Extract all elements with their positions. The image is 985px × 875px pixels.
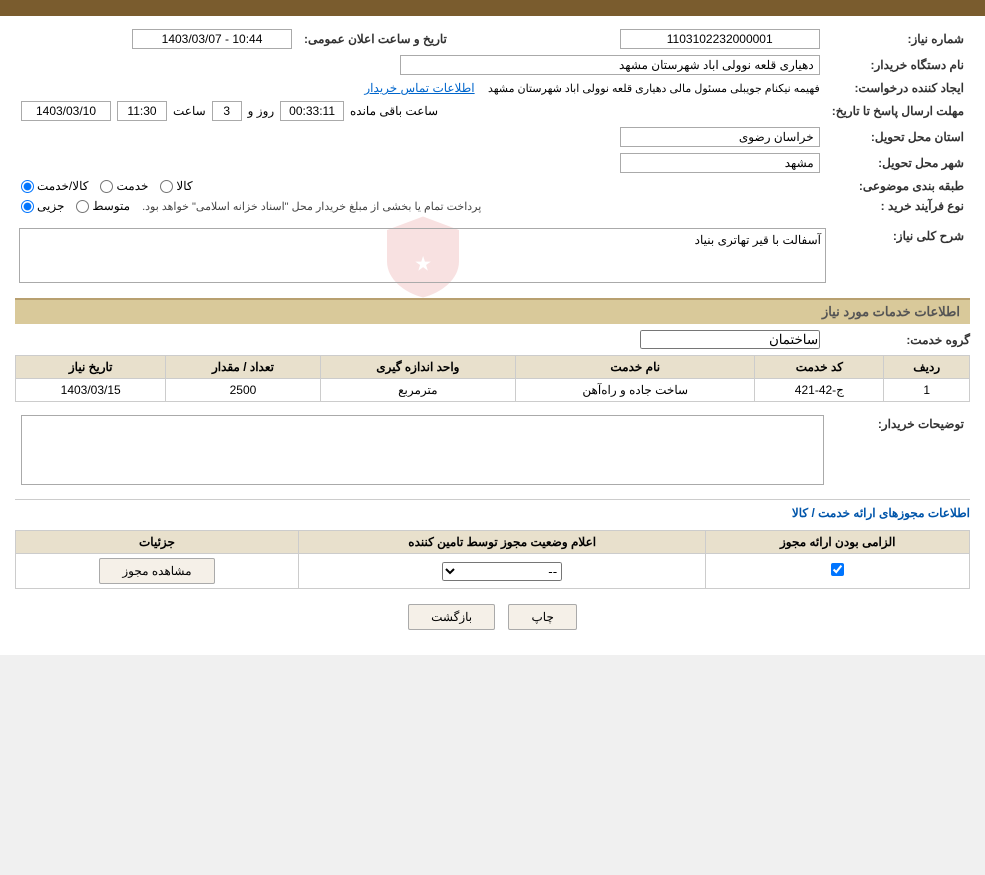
mojawez-table: الزامی بودن ارائه مجوز اعلام وضعیت مجوز … <box>15 530 970 589</box>
namDastgah-label: نام دستگاه خریدار: <box>826 52 970 78</box>
tabaqe-cell: کالا خدمت کالا/خدمت <box>15 176 826 196</box>
sharh-section: شرح کلی نیاز: ★ <box>15 224 970 290</box>
col-tarikh: تاریخ نیاز <box>16 356 166 379</box>
tabaqe-khedmat-label: خدمت <box>116 179 148 193</box>
services-table: ردیف کد خدمت نام خدمت واحد اندازه گیری ت… <box>15 355 970 402</box>
top-info-table: شماره نیاز: تاریخ و ساعت اعلان عمومی: نا… <box>15 26 970 216</box>
sharh-table: شرح کلی نیاز: ★ <box>15 224 970 290</box>
tawzih-cell <box>15 412 830 491</box>
cell-nam: ساخت جاده و راه‌آهن <box>516 379 755 402</box>
services-section-title: اطلاعات خدمات مورد نیاز <box>15 298 970 324</box>
noeFarayand-jozvi-item: جزیی <box>21 199 64 213</box>
tabaqe-kala-label: کالا <box>176 179 192 193</box>
mohlat-baghi-label: ساعت باقی مانده <box>350 104 438 118</box>
namDastgah-value <box>15 52 826 78</box>
cell-tedad: 2500 <box>166 379 320 402</box>
tabaqe-kala-khedmat-label: کالا/خدمت <box>37 179 88 193</box>
button-row: چاپ بازگشت <box>15 589 970 645</box>
mohlat-label: مهلت ارسال پاسخ تا تاریخ: <box>826 98 970 124</box>
col-vahed: واحد اندازه گیری <box>320 356 516 379</box>
mohlat-saat-input[interactable] <box>117 101 167 121</box>
col-radif: ردیف <box>884 356 970 379</box>
taarikh-input[interactable] <box>132 29 292 49</box>
shahr-input[interactable] <box>620 153 820 173</box>
page-wrapper: شماره نیاز: تاریخ و ساعت اعلان عمومی: نا… <box>0 0 985 655</box>
mojawez-joziyat-button[interactable]: مشاهده مجوز <box>99 558 214 584</box>
sharh-label: شرح کلی نیاز: <box>830 224 970 290</box>
noeFarayand-jozvi-radio[interactable] <box>21 200 34 213</box>
mohlat-roz-input[interactable] <box>212 101 242 121</box>
ostan-value <box>15 124 826 150</box>
noeFarayand-motavasset-radio[interactable] <box>76 200 89 213</box>
main-content: شماره نیاز: تاریخ و ساعت اعلان عمومی: نا… <box>0 16 985 655</box>
mojawez-ealam-cell: -- <box>298 554 705 589</box>
tawzih-textarea[interactable] <box>21 415 824 485</box>
mojawez-ealam-select[interactable]: -- <box>442 562 562 581</box>
mohlat-saat-label: ساعت <box>173 104 206 118</box>
sharh-textarea[interactable] <box>19 228 826 283</box>
mojawez-joziyat-cell: مشاهده مجوز <box>16 554 299 589</box>
mojawez-row: -- مشاهده مجوز <box>16 554 970 589</box>
tabaqe-kala-item: کالا <box>160 179 192 193</box>
ijadKonande-label: ایجاد کننده درخواست: <box>826 78 970 98</box>
tabaqe-kala-khedmat-radio[interactable] <box>21 180 34 193</box>
grouh-row: گروه خدمت: <box>15 330 970 349</box>
cell-tarikh: 1403/03/15 <box>16 379 166 402</box>
tabaqe-khedmat-item: خدمت <box>100 179 148 193</box>
shomareNiaz-label: شماره نیاز: <box>826 26 970 52</box>
sharh-cell: ★ <box>15 224 830 290</box>
mojawez-elzami-checkbox[interactable] <box>831 563 844 576</box>
noeFarayand-motavasset-label: متوسط <box>92 199 130 213</box>
tabaqe-kala-khedmat-item: کالا/خدمت <box>21 179 88 193</box>
noeFarayand-motavasset-item: متوسط <box>76 199 130 213</box>
shahr-value <box>15 150 826 176</box>
grouh-label: گروه خدمت: <box>830 333 970 347</box>
mojawez-col-ealam: اعلام وضعیت مجوز توسط تامین کننده <box>298 531 705 554</box>
mojawez-elzami-cell <box>706 554 970 589</box>
cell-vahed: مترمربع <box>320 379 516 402</box>
ostan-label: استان محل تحویل: <box>826 124 970 150</box>
taarikh-value <box>15 26 298 52</box>
mohlat-roz-label: روز و <box>248 104 275 118</box>
mohlat-baghi: 00:33:11 <box>280 101 344 121</box>
col-nam: نام خدمت <box>516 356 755 379</box>
ijadKonande-cell: فهیمه نیکنام جویبلی مسئول مالی دهیاری قل… <box>15 78 826 98</box>
tawzih-label: توضیحات خریدار: <box>830 412 970 491</box>
mojawez-col-joziyat: جزئیات <box>16 531 299 554</box>
mohlat-date-input[interactable] <box>21 101 111 121</box>
mojawez-section-title: اطلاعات مجوزهای ارائه خدمت / کالا <box>15 499 970 524</box>
col-kod: کد خدمت <box>755 356 884 379</box>
tawzih-table: توضیحات خریدار: <box>15 412 970 491</box>
tabaqe-kala-radio[interactable] <box>160 180 173 193</box>
noeFarayand-jozvi-label: جزیی <box>37 199 64 213</box>
shomareNiaz-input[interactable] <box>620 29 820 49</box>
noeFarayand-cell: پرداخت تمام یا بخشی از مبلغ خریدار محل "… <box>15 196 826 216</box>
taarikh-label: تاریخ و ساعت اعلان عمومی: <box>298 26 477 52</box>
bazgasht-button[interactable]: بازگشت <box>408 604 495 630</box>
chap-button[interactable]: چاپ <box>508 604 576 630</box>
grouh-input[interactable] <box>640 330 820 349</box>
mohlat-cell: ساعت باقی مانده 00:33:11 روز و ساعت <box>15 98 826 124</box>
col-tedad: تعداد / مقدار <box>166 356 320 379</box>
tabaqe-label: طبقه بندی موضوعی: <box>826 176 970 196</box>
table-row: 1ج-42-421ساخت جاده و راه‌آهنمترمربع25001… <box>16 379 970 402</box>
tabaqe-khedmat-radio[interactable] <box>100 180 113 193</box>
page-header <box>0 0 985 16</box>
mojawez-col-elzami: الزامی بودن ارائه مجوز <box>706 531 970 554</box>
cell-kod: ج-42-421 <box>755 379 884 402</box>
noeFarayand-label: نوع فرآیند خرید : <box>826 196 970 216</box>
cell-radif: 1 <box>884 379 970 402</box>
shahr-label: شهر محل تحویل: <box>826 150 970 176</box>
shomareNiaz-value <box>477 26 826 52</box>
namDastgah-input[interactable] <box>400 55 820 75</box>
ijadKonande-link[interactable]: اطلاعات تماس خریدار <box>364 81 474 95</box>
ostan-input[interactable] <box>620 127 820 147</box>
ijadKonande-value: فهیمه نیکنام جویبلی مسئول مالی دهیاری قل… <box>488 83 820 95</box>
noeFarayand-note: پرداخت تمام یا بخشی از مبلغ خریدار محل "… <box>142 200 481 213</box>
